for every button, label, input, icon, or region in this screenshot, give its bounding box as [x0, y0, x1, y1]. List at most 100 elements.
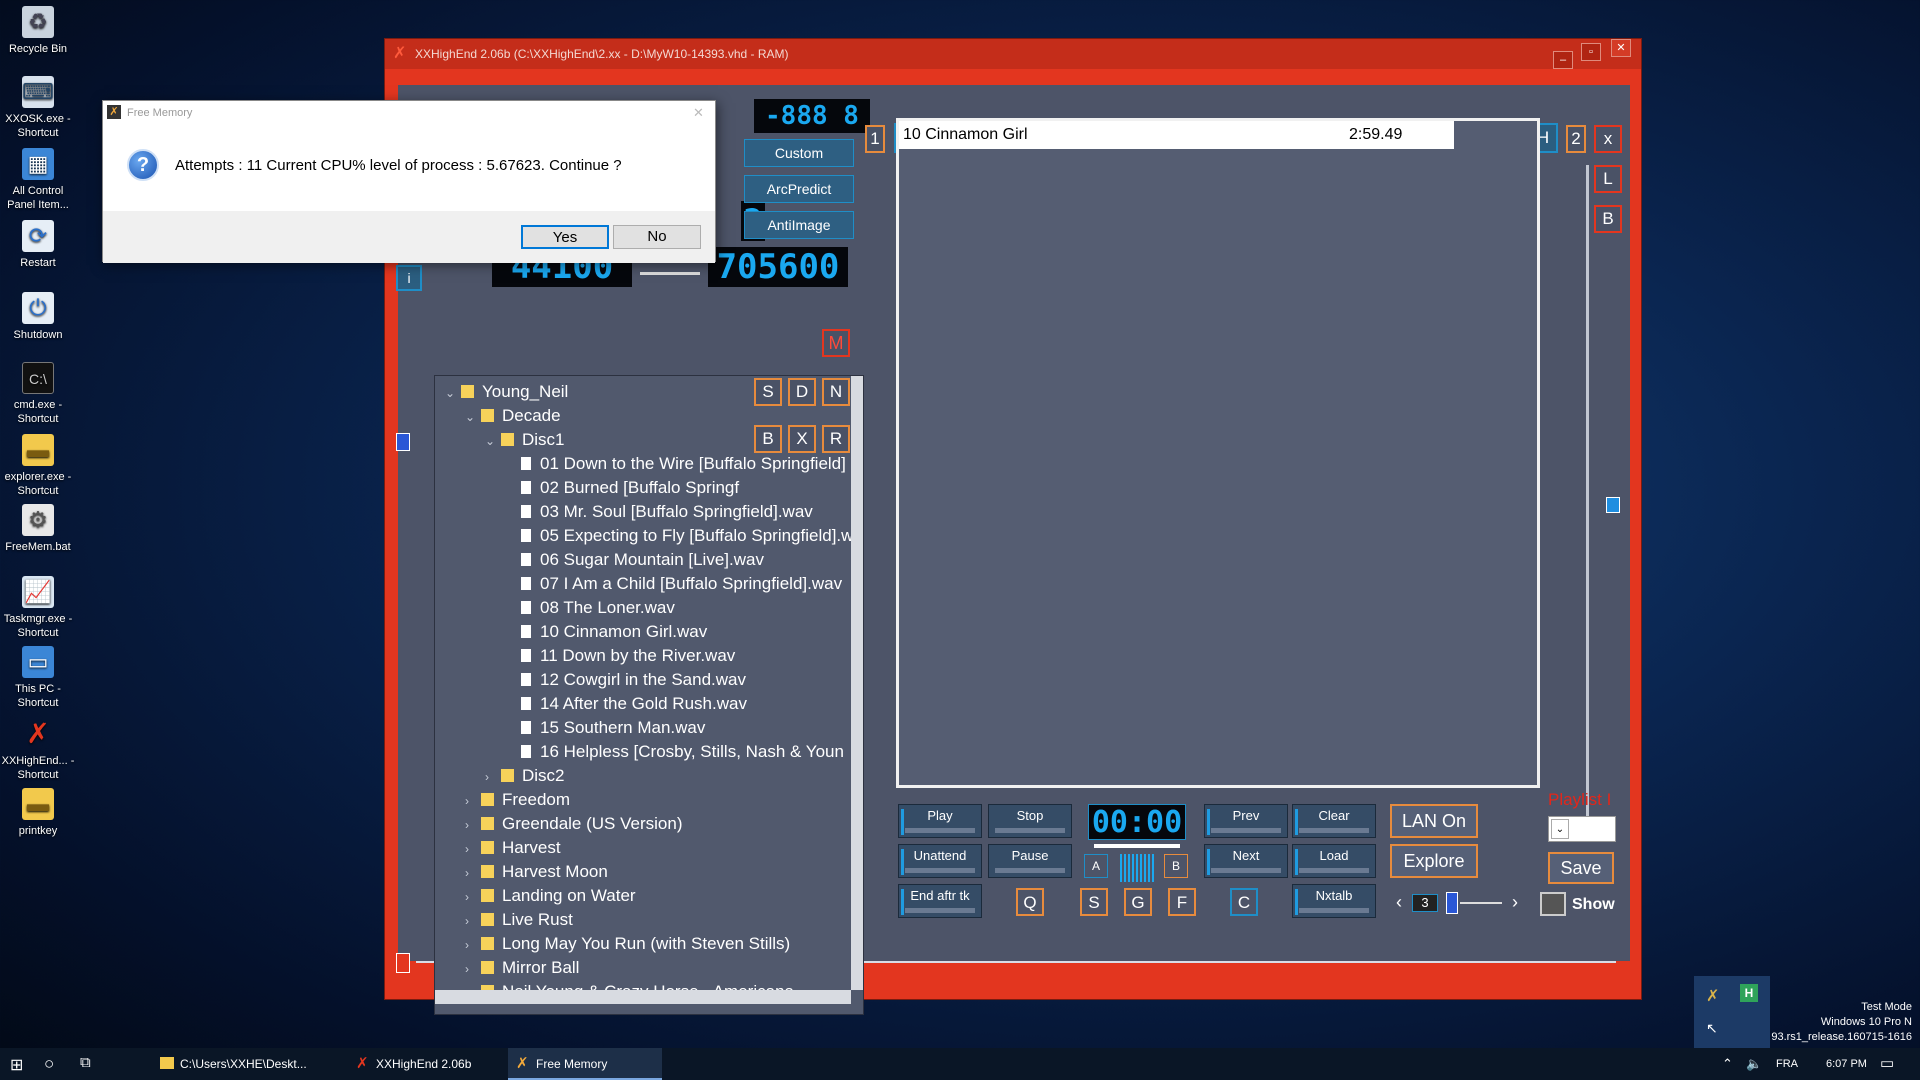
playlist-dropdown[interactable]: ⌄	[1548, 816, 1616, 842]
chevron-right-icon[interactable]: ›	[465, 861, 481, 885]
tree-file[interactable]: 12 Cowgirl in the Sand.wav	[505, 668, 746, 692]
tree-horizontal-scrollbar[interactable]	[435, 990, 851, 1004]
tree-folder[interactable]: › Mirror Ball	[465, 956, 579, 980]
tree-folder[interactable]: › Freedom	[465, 788, 570, 812]
pause-button[interactable]: Pause	[988, 844, 1072, 878]
chevron-right-icon[interactable]: ›	[465, 813, 481, 837]
tree-folder[interactable]: ⌄ Decade	[465, 404, 561, 428]
tree-s-button[interactable]: S	[754, 378, 782, 406]
desktop-icon-control-panel[interactable]: ▦ All Control Panel Item...	[0, 148, 76, 212]
desktop-icon-cmd[interactable]: C:\ cmd.exe - Shortcut	[0, 362, 76, 426]
tree-x-button[interactable]: X	[788, 425, 816, 453]
maximize-button[interactable]: ▫	[1581, 43, 1601, 61]
desktop-icon-explorer[interactable]: ▬ explorer.exe - Shortcut	[0, 434, 76, 498]
a-button[interactable]: A	[1084, 854, 1108, 878]
tree-d-button[interactable]: D	[788, 378, 816, 406]
clock[interactable]: 6:07 PM	[1826, 1058, 1867, 1070]
m-button[interactable]: M	[822, 329, 850, 357]
save-button[interactable]: Save	[1548, 852, 1614, 884]
tree-file[interactable]: 05 Expecting to Fly [Buffalo Springfield…	[505, 524, 853, 548]
windows-start-icon[interactable]: ⊞	[10, 1055, 23, 1075]
tree-folder[interactable]: › Landing on Water	[465, 884, 636, 908]
yes-button[interactable]: Yes	[521, 225, 609, 249]
playlist-item[interactable]: 10 Cinnamon Girl 2:59.49	[899, 121, 1454, 149]
tree-file[interactable]: 10 Cinnamon Girl.wav	[505, 620, 707, 644]
page-slider-handle[interactable]	[1446, 892, 1458, 914]
lan-on-button[interactable]: LAN On	[1390, 804, 1478, 838]
tree-file[interactable]: 15 Southern Man.wav	[505, 716, 705, 740]
q-button[interactable]: Q	[1016, 888, 1044, 916]
chevron-right-icon[interactable]: ›	[465, 789, 481, 813]
info-button[interactable]: i	[396, 265, 422, 291]
right-slider-handle[interactable]	[1606, 497, 1620, 513]
xxhighend-icon[interactable]: ✗	[1706, 986, 1719, 1006]
chevron-down-icon[interactable]: ⌄	[465, 405, 481, 429]
tree-folder[interactable]: › Disc2	[485, 764, 565, 788]
tree-folder[interactable]: › Greendale (US Version)	[465, 812, 682, 836]
two-button[interactable]: 2	[1566, 125, 1586, 153]
f-button[interactable]: F	[1168, 888, 1196, 916]
left-slider-handle[interactable]	[396, 433, 410, 451]
tree-b-button[interactable]: B	[754, 425, 782, 453]
language-indicator[interactable]: FRA	[1776, 1058, 1798, 1070]
arcpredict-button[interactable]: ArcPredict	[744, 175, 854, 203]
notifications-icon[interactable]: ▭	[1880, 1054, 1894, 1072]
load-button[interactable]: Load	[1292, 844, 1376, 878]
tree-folder[interactable]: ⌄ Disc1	[485, 428, 565, 452]
no-button[interactable]: No	[613, 225, 701, 249]
tree-file[interactable]: 06 Sugar Mountain [Live].wav	[505, 548, 764, 572]
task-view-icon[interactable]: ⧉	[80, 1054, 91, 1071]
tree-file[interactable]: 03 Mr. Soul [Buffalo Springfield].wav	[505, 500, 813, 524]
unattend-button[interactable]: Unattend	[898, 844, 982, 878]
tree-file[interactable]: 08 The Loner.wav	[505, 596, 675, 620]
tree-vertical-scrollbar[interactable]	[851, 376, 863, 990]
taskbar-item-xxhighend[interactable]: ✗ XXHighEnd 2.06b (C:\...	[348, 1048, 500, 1080]
end-after-track-button[interactable]: End aftr tk	[898, 884, 982, 918]
page-prev-arrow[interactable]: ‹	[1396, 892, 1402, 913]
tree-n-button[interactable]: N	[822, 378, 850, 406]
show-toggle[interactable]	[1540, 892, 1566, 916]
tree-folder[interactable]: › Harvest	[465, 836, 561, 860]
tree-file[interactable]: 16 Helpless [Crosby, Stills, Nash & Youn	[505, 740, 844, 764]
cursor-icon[interactable]: ↖	[1706, 1020, 1718, 1037]
tree-folder[interactable]: › Live Rust	[465, 908, 573, 932]
tree-file[interactable]: 14 After the Gold Rush.wav	[505, 692, 747, 716]
desktop-icon-freemem[interactable]: ⚙ FreeMem.bat	[0, 504, 76, 554]
play-button[interactable]: Play	[898, 804, 982, 838]
desktop-icon-recycle-bin[interactable]: ♻ Recycle Bin	[0, 6, 76, 56]
c-button[interactable]: C	[1230, 888, 1258, 916]
desktop-icon-shutdown[interactable]: ⏻ Shutdown	[0, 292, 76, 342]
one-button[interactable]: 1	[865, 125, 885, 153]
side-b-button[interactable]: B	[1594, 205, 1622, 233]
tree-file[interactable]: 01 Down to the Wire [Buffalo Springfield…	[505, 452, 846, 476]
chevron-right-icon[interactable]: ›	[465, 933, 481, 957]
close-button[interactable]: ✕	[1611, 39, 1631, 57]
tree-r-button[interactable]: R	[822, 425, 850, 453]
chevron-right-icon[interactable]: ›	[465, 957, 481, 981]
page-next-arrow[interactable]: ›	[1512, 892, 1518, 913]
explore-button[interactable]: Explore	[1390, 844, 1478, 878]
antiimage-button[interactable]: AntiImage	[744, 211, 854, 239]
dialog-close-icon[interactable]: ✕	[693, 101, 704, 125]
desktop-icon-printkey[interactable]: ▬ printkey	[0, 788, 76, 838]
desktop-icon-xxhighend[interactable]: ✗ XXHighEnd... - Shortcut	[0, 718, 76, 782]
x-button[interactable]: x	[1594, 125, 1622, 153]
minimize-button[interactable]: –	[1553, 51, 1573, 69]
chevron-right-icon[interactable]: ›	[465, 837, 481, 861]
chevron-right-icon[interactable]: ›	[485, 765, 501, 789]
chevron-up-icon[interactable]: ⌃	[1722, 1056, 1733, 1072]
s-button[interactable]: S	[1080, 888, 1108, 916]
desktop-icon-xxosk[interactable]: ⌨ XXOSK.exe - Shortcut	[0, 76, 76, 140]
stop-button[interactable]: Stop	[988, 804, 1072, 838]
chevron-right-icon[interactable]: ›	[465, 885, 481, 909]
side-l-button[interactable]: L	[1594, 165, 1622, 193]
speaker-icon[interactable]: 🔈	[1746, 1056, 1762, 1072]
page-slider-track[interactable]	[1460, 902, 1502, 904]
chevron-right-icon[interactable]: ›	[465, 909, 481, 933]
next-button[interactable]: Next	[1204, 844, 1288, 878]
chevron-down-icon[interactable]: ⌄	[485, 429, 501, 453]
taskbar-item-explorer[interactable]: C:\Users\XXHE\Deskt...	[152, 1048, 307, 1080]
desktop-icon-restart[interactable]: ⟳ Restart	[0, 220, 76, 270]
desktop-icon-this-pc[interactable]: ▭ This PC - Shortcut	[0, 646, 76, 710]
tree-file[interactable]: 02 Burned [Buffalo Springf	[505, 476, 739, 500]
